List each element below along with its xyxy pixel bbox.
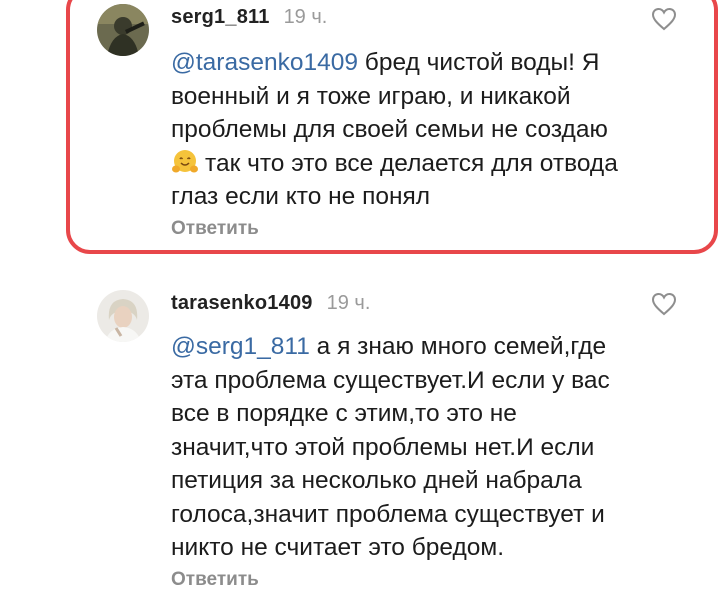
mention-link[interactable]: @serg1_811 (171, 333, 310, 360)
comment-text: @serg1_811 а я знаю много семей,где эта … (171, 330, 691, 565)
comment-meta: serg1_811 19 ч. (171, 6, 327, 29)
like-heart-icon[interactable] (651, 7, 677, 31)
comment-meta: tarasenko1409 19 ч. (171, 292, 370, 315)
comment-serg1: serg1_811 19 ч. @tarasenko1409 бред чисто… (0, 0, 720, 250)
reply-button[interactable]: Ответить (171, 569, 259, 591)
mention-link[interactable]: @tarasenko1409 (171, 49, 358, 76)
text-line: глаз если кто не понял (171, 183, 431, 210)
text-line: значит,что этой проблемы нет.И если (171, 433, 595, 461)
text-line: бред чистой воды! Я (364, 49, 600, 76)
woman-avatar-icon (97, 290, 149, 342)
text-line: проблемы для своей семьи не создаю (171, 116, 608, 143)
username[interactable]: serg1_811 (171, 6, 270, 28)
timestamp: 19 ч. (283, 6, 328, 28)
timestamp: 19 ч. (326, 292, 371, 314)
like-heart-icon[interactable] (651, 292, 677, 316)
text-line: эта проблема существует.И если у вас (171, 366, 610, 394)
text-line: петиция за несколько дней набрала (171, 467, 582, 494)
text-line: все в порядке с этим,то это не (171, 400, 517, 427)
text-line: военный и я тоже играю, и никакой (171, 82, 571, 110)
text-line: так что это все делается для отвода (205, 149, 618, 177)
avatar[interactable] (97, 290, 149, 342)
text-line: никто не считает это бредом. (171, 534, 505, 561)
username[interactable]: tarasenko1409 (171, 292, 313, 314)
text-line: а я знаю много семей,где (316, 333, 607, 360)
avatar[interactable] (97, 4, 149, 56)
hugging-face-emoji-icon (171, 148, 199, 176)
text-line: голоса,значит проблема существует и (171, 500, 605, 528)
comment-text: @tarasenko1409 бред чистой воды! Я военн… (171, 46, 691, 214)
reply-button[interactable]: Ответить (171, 218, 259, 240)
comment-tarasenko: tarasenko1409 19 ч. @serg1_811 а я знаю м… (0, 280, 720, 613)
soldier-avatar-icon (97, 4, 149, 56)
